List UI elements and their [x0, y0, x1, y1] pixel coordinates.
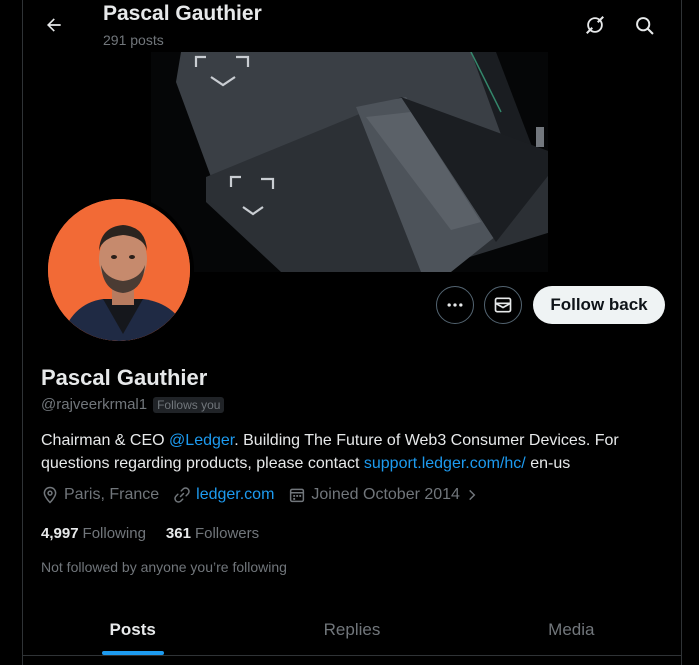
header-posts-count: 291 posts: [103, 32, 164, 48]
following-link[interactable]: 4,997 Following: [41, 525, 146, 542]
profile-bio: Chairman & CEO @Ledger. Building The Fut…: [41, 429, 661, 475]
avatar-image: [48, 199, 190, 341]
joined-text: Joined October 2014: [311, 486, 460, 503]
follow-back-button[interactable]: Follow back: [533, 286, 665, 324]
chevron-right-icon: [469, 489, 476, 501]
search-icon: [635, 16, 653, 34]
more-button[interactable]: [436, 286, 474, 324]
followers-link[interactable]: 361 Followers: [166, 525, 259, 542]
bio-mention-link[interactable]: @Ledger: [169, 432, 234, 449]
following-count: 4,997: [41, 525, 79, 542]
grok-icon: [586, 16, 604, 34]
tab-media-label: Media: [548, 619, 595, 639]
handle-row: @rajveerkrmal1 Follows you: [41, 396, 225, 413]
tab-replies-label: Replies: [323, 619, 381, 639]
website-link[interactable]: ledger.com: [196, 486, 274, 504]
arrow-left-icon: [47, 18, 61, 32]
header-name: Pascal Gauthier: [103, 2, 262, 25]
tab-media[interactable]: Media: [462, 604, 681, 655]
search-button[interactable]: [627, 8, 661, 42]
profile-handle: @rajveerkrmal1: [41, 396, 148, 413]
profile-name: Pascal Gauthier: [41, 365, 208, 390]
more-icon: [447, 303, 463, 307]
avatar[interactable]: [44, 195, 194, 345]
location-text: Paris, France: [64, 486, 160, 503]
link-icon: [174, 487, 190, 503]
followers-count: 361: [165, 525, 191, 542]
calendar-icon: [290, 488, 305, 503]
followers-label: Followers: [194, 525, 260, 542]
bio-text: Chairman & CEO: [41, 432, 170, 449]
bio-support-link[interactable]: support.ledger.com/hc/: [364, 455, 526, 472]
envelope-icon: [494, 297, 512, 313]
location-pin-icon: [43, 486, 57, 504]
tab-posts-label: Posts: [109, 619, 156, 639]
active-tab-indicator: [101, 651, 164, 655]
profile-tabs: Posts Replies Media: [23, 604, 681, 656]
bio-text: en-us: [525, 455, 571, 472]
message-button[interactable]: [484, 286, 522, 324]
tab-replies[interactable]: Replies: [242, 604, 461, 655]
not-followed-note: Not followed by anyone you’re following: [41, 559, 287, 575]
tab-posts[interactable]: Posts: [23, 604, 242, 655]
back-button[interactable]: [37, 8, 71, 42]
profile-meta: Paris, France ledger.com Joined October …: [41, 486, 493, 504]
top-bar: Pascal Gauthier 291 posts: [23, 0, 681, 52]
profile-column: Pascal Gauthier 291 posts Follow back Pa…: [22, 0, 682, 665]
joined[interactable]: Joined October 2014: [288, 486, 479, 504]
follow-stats: 4,997 Following 361 Followers: [41, 525, 259, 542]
follows-you-badge: Follows you: [153, 396, 225, 413]
grok-button[interactable]: [578, 8, 612, 42]
profile-banner[interactable]: [151, 52, 548, 272]
location: Paris, France: [41, 486, 159, 504]
banner-image: [151, 52, 548, 272]
following-label: Following: [82, 525, 146, 542]
website: ledger.com: [173, 486, 274, 504]
